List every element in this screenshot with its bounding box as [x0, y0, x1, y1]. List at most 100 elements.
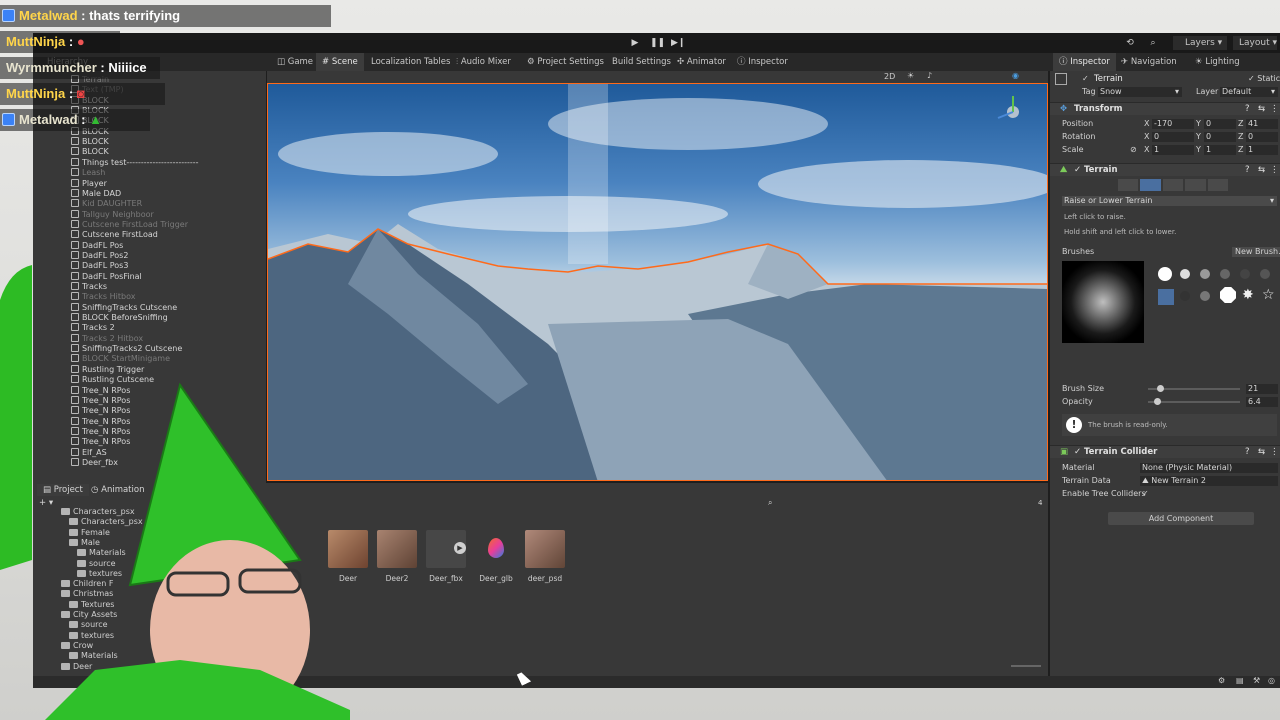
tree-colliders-checkbox[interactable]: ✓ — [1142, 489, 1149, 499]
pause-icon[interactable]: ❚❚ — [650, 37, 665, 49]
hierarchy-item[interactable]: Male DAD — [71, 188, 121, 199]
position-x[interactable]: -170 — [1152, 119, 1194, 129]
scale-z[interactable]: 1 — [1246, 145, 1278, 155]
preset-icon[interactable]: ⇆ — [1258, 164, 1265, 177]
terrain-header[interactable]: ⛰ ✓ Terrain ? ⇆ ⋮ — [1050, 163, 1280, 176]
progress-icon[interactable]: ▤ — [1236, 676, 1244, 685]
terrain-collider-header[interactable]: ▣ ✓ Terrain Collider ? ⇆ ⋮ — [1050, 445, 1280, 458]
terrain-tool-dropdown[interactable]: Raise or Lower Terrain ▾ — [1062, 196, 1277, 206]
object-name[interactable]: Terrain — [1094, 74, 1123, 84]
tab-localization[interactable]: Localization Tables — [371, 53, 450, 71]
terrain-enabled-checkbox[interactable]: ✓ — [1074, 164, 1081, 177]
brush-icon[interactable] — [1260, 269, 1270, 279]
hierarchy-item[interactable]: Tallguy Neighboor — [71, 209, 154, 220]
menu-icon[interactable]: ⋮ — [1270, 103, 1279, 116]
paint-trees-tool-icon[interactable] — [1162, 179, 1184, 191]
brush-icon[interactable] — [1200, 269, 1210, 279]
terrain-settings-tool-icon[interactable] — [1207, 179, 1229, 191]
thumbnail-size-slider[interactable] — [1011, 665, 1041, 667]
expand-icon[interactable]: ▶ — [454, 542, 466, 554]
material-field[interactable]: None (Physic Material) — [1140, 463, 1278, 473]
hierarchy-item[interactable]: Leash — [71, 168, 105, 178]
lighting-toggle-icon[interactable]: ☀ — [907, 71, 914, 80]
tab-inspector-center[interactable]: ⓘ Inspector — [737, 53, 788, 71]
brush-size-slider[interactable] — [1148, 385, 1240, 392]
asset-deer-fbx[interactable]: ▶ Deer_fbx — [426, 530, 466, 583]
constrain-proportions-icon[interactable]: ⊘ — [1130, 145, 1137, 155]
menu-icon[interactable]: ⋮ — [1270, 164, 1279, 177]
tab-navigation[interactable]: ✈ Navigation — [1121, 53, 1177, 71]
brush-icon[interactable] — [1240, 269, 1250, 279]
tag-dropdown[interactable]: Snow ▾ — [1098, 87, 1182, 97]
brush-icon[interactable] — [1220, 269, 1230, 279]
brush-icon[interactable]: ☆ — [1262, 287, 1275, 303]
gizmos-icon[interactable]: ◉ — [1012, 71, 1019, 80]
2d-toggle[interactable]: 2D — [884, 72, 895, 81]
collab-icon[interactable]: ⚙ — [1218, 676, 1225, 685]
hierarchy-item[interactable]: BLOCK — [71, 137, 109, 147]
search-icon[interactable]: ⌕ — [1147, 37, 1159, 49]
brush-icon[interactable] — [1220, 287, 1236, 303]
preset-icon[interactable]: ⇆ — [1258, 103, 1265, 116]
tab-audio-mixer[interactable]: ⫶ Audio Mixer — [456, 53, 511, 71]
scene-view[interactable] — [267, 83, 1048, 481]
hierarchy-item[interactable]: Kid DAUGHTER — [71, 199, 142, 209]
brush-icon[interactable]: ✸ — [1242, 287, 1254, 303]
help-icon[interactable]: ? — [1245, 103, 1250, 116]
rotation-y[interactable]: 0 — [1204, 132, 1236, 142]
menu-icon[interactable]: ⋮ — [1270, 446, 1279, 459]
add-component-button[interactable]: Add Component — [1108, 512, 1254, 525]
tab-animator[interactable]: ✣ Animator — [677, 53, 726, 71]
hierarchy-item[interactable]: Player — [71, 178, 107, 189]
opacity-value[interactable]: 6.4 — [1246, 397, 1278, 407]
search-icon[interactable]: ⌕ — [768, 497, 772, 509]
static-toggle[interactable]: ✓ Static — [1248, 74, 1280, 84]
brush-icon[interactable] — [1180, 291, 1190, 301]
selected-brush-icon[interactable] — [1158, 289, 1174, 305]
hierarchy-item[interactable]: Cutscene FirstLoad Trigger — [71, 219, 188, 230]
paint-details-tool-icon[interactable] — [1185, 179, 1206, 191]
opacity-knob[interactable] — [1154, 398, 1161, 405]
brush-icon[interactable] — [1200, 291, 1210, 301]
opacity-slider[interactable] — [1148, 398, 1240, 405]
layers-dropdown[interactable]: Layers ▾ — [1173, 36, 1227, 50]
scale-x[interactable]: 1 — [1152, 145, 1194, 155]
debug-icon[interactable]: ⚒ — [1253, 676, 1260, 685]
brush-icon[interactable] — [1158, 267, 1172, 281]
brush-size-value[interactable]: 21 — [1246, 384, 1278, 394]
brush-icon[interactable] — [1180, 269, 1190, 279]
layer-dropdown[interactable]: Default ▾ — [1220, 87, 1278, 97]
rotation-x[interactable]: 0 — [1152, 132, 1194, 142]
history-icon[interactable]: ⟲ — [1124, 37, 1136, 49]
help-icon[interactable]: ? — [1245, 446, 1250, 459]
asset-deer-glb[interactable]: Deer_glb — [476, 530, 516, 583]
tab-inspector[interactable]: ⓘ Inspector — [1053, 53, 1116, 71]
active-checkbox[interactable]: ✓ — [1082, 74, 1089, 84]
brush-size-knob[interactable] — [1157, 385, 1164, 392]
tab-lighting[interactable]: ☀ Lighting — [1195, 53, 1240, 71]
asset-deer-psd[interactable]: deer_psd — [525, 530, 565, 583]
preset-icon[interactable]: ⇆ — [1258, 446, 1265, 459]
help-icon[interactable]: ? — [1245, 164, 1250, 177]
audio-toggle-icon[interactable]: ♪ — [927, 71, 932, 80]
position-z[interactable]: 41 — [1246, 119, 1278, 129]
new-brush-button[interactable]: New Brush... — [1232, 247, 1280, 257]
paint-terrain-tool-icon[interactable] — [1140, 179, 1161, 191]
asset-deer2[interactable]: Deer2 — [377, 530, 417, 583]
play-icon[interactable]: ▶ — [629, 37, 641, 49]
terrain-data-field[interactable]: ⛰ New Terrain 2 — [1140, 476, 1278, 486]
hierarchy-item[interactable]: Things test------------------------- — [71, 157, 199, 168]
layout-dropdown[interactable]: Layout ▾ — [1233, 36, 1277, 50]
hierarchy-item[interactable]: BLOCK — [71, 147, 109, 157]
rotation-z[interactable]: 0 — [1246, 132, 1278, 142]
create-neighbor-tool-icon[interactable] — [1118, 179, 1139, 191]
step-icon[interactable]: ▶❙ — [671, 37, 685, 49]
tab-project-settings[interactable]: ⚙ Project Settings — [527, 53, 604, 71]
hierarchy-item[interactable]: Cutscene FirstLoad — [71, 230, 158, 240]
position-y[interactable]: 0 — [1204, 119, 1236, 129]
transform-header[interactable]: ✥ Transform ? ⇆ ⋮ — [1050, 102, 1280, 115]
bug-icon[interactable]: ◎ — [1268, 676, 1275, 685]
tab-build-settings[interactable]: Build Settings — [612, 53, 671, 71]
collider-enabled-checkbox[interactable]: ✓ — [1074, 446, 1081, 459]
scale-y[interactable]: 1 — [1204, 145, 1236, 155]
